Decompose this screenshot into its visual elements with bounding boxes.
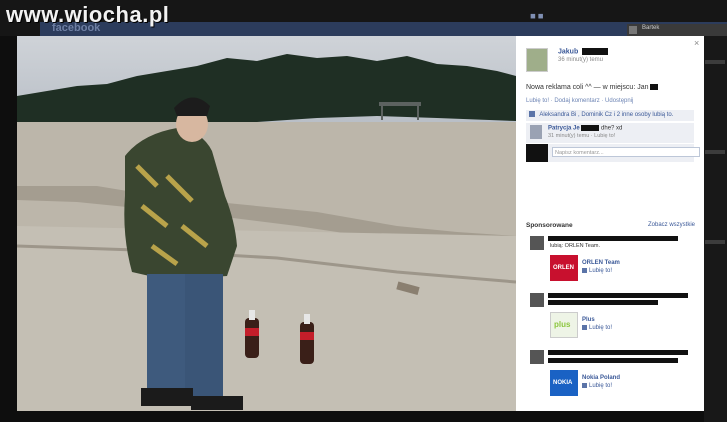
watermark: www.wiocha.pl xyxy=(6,2,170,27)
comment-item: Patrycja Je dhe? xd 31 minut(y) temu · L… xyxy=(526,123,694,143)
sidebar-placeholder xyxy=(705,60,725,64)
friend-avatar xyxy=(530,350,544,364)
friend-avatar xyxy=(530,236,544,250)
ad-social-text: lubią: ORLEN Team. xyxy=(550,243,601,249)
profile-shortcut-label: Bartek xyxy=(642,25,660,31)
see-all-link[interactable]: Zobacz wszystkie xyxy=(648,222,695,228)
likes-bar: Aleksandra Bi , Dominik Cz i 2 inne osob… xyxy=(526,110,694,121)
redaction-bar xyxy=(548,358,678,363)
redaction-bar xyxy=(548,350,688,355)
photo-details-panel: × Jakub 36 minut(y) temu Nowa reklama co… xyxy=(516,36,704,411)
redaction-bar xyxy=(650,84,659,91)
ad-title[interactable]: ORLEN Team xyxy=(582,260,620,266)
ad-like-label: Lubię to! xyxy=(589,325,613,332)
friend-avatar xyxy=(530,293,544,307)
comment-line: Patrycja Je dhe? xd xyxy=(548,125,622,132)
close-icon[interactable]: × xyxy=(694,38,699,48)
background-sidebar xyxy=(704,36,727,422)
redaction-bar xyxy=(582,48,609,55)
nokia-logo: NOKIA xyxy=(550,370,578,396)
viewer-avatar xyxy=(526,144,548,162)
ad-like-label: Lubię to! xyxy=(589,268,613,275)
redaction-bar xyxy=(548,293,688,298)
ad-like-button[interactable]: Lubię to! xyxy=(582,383,612,389)
orlen-logo: ORLEN xyxy=(550,255,578,281)
ad-like-button[interactable]: Lubię to! xyxy=(582,268,612,274)
ad-orlen[interactable]: lubią: ORLEN Team. ORLEN ORLEN Team Lubi… xyxy=(526,236,694,286)
author-name-link[interactable]: Jakub xyxy=(558,48,578,55)
post-text-row: Nowa reklama coli ^^ — w miejscu: Jan xyxy=(526,84,659,91)
profile-avatar-icon xyxy=(629,26,637,34)
comment-input[interactable]: Napisz komentarz... xyxy=(552,147,700,157)
redaction-bar xyxy=(581,125,600,131)
nokia-logo-text: NOKIA xyxy=(553,380,573,386)
post-timestamp[interactable]: 36 minut(y) temu xyxy=(558,57,603,63)
commenter-name[interactable]: Patrycja Je xyxy=(548,126,580,132)
thumbs-up-icon xyxy=(529,111,535,118)
notification-icon: ◼ ◼ xyxy=(530,13,544,20)
author-avatar[interactable] xyxy=(526,48,548,72)
comment-meta[interactable]: 31 minut(y) temu · Lubię to! xyxy=(548,133,615,139)
comment-text: dhe? xd xyxy=(601,125,623,132)
redaction-bar xyxy=(548,300,658,305)
plus-logo-text: plus xyxy=(554,320,571,329)
beach-photo xyxy=(17,36,516,411)
write-comment-box: Napisz komentarz... xyxy=(526,144,700,162)
thumbs-up-icon xyxy=(582,325,587,330)
commenter-avatar[interactable] xyxy=(530,125,542,139)
ad-title[interactable]: Nokia Poland xyxy=(582,375,620,381)
photo-viewer-image[interactable] xyxy=(17,36,516,411)
sponsored-heading: Sponsorowane xyxy=(526,222,573,229)
thumbs-up-icon xyxy=(582,268,587,273)
sidebar-placeholder xyxy=(705,150,725,154)
post-text: Nowa reklama coli ^^ — w miejscu: Jan xyxy=(526,84,649,91)
orlen-logo-text: ORLEN xyxy=(553,265,574,271)
plus-logo: plus xyxy=(550,312,578,338)
likes-text[interactable]: Aleksandra Bi , Dominik Cz i 2 inne osob… xyxy=(539,112,673,118)
ad-nokia[interactable]: NOKIA Nokia Poland Lubię to! xyxy=(526,350,694,405)
post-actions[interactable]: Lubię to! · Dodaj komentarz · Udostępnij xyxy=(526,98,633,104)
ad-plus[interactable]: plus Plus Lubię to! xyxy=(526,293,694,343)
ad-title[interactable]: Plus xyxy=(582,317,595,323)
thumbs-up-icon xyxy=(582,383,587,388)
ad-like-button[interactable]: Lubię to! xyxy=(582,325,612,331)
author-name-row: Jakub xyxy=(558,48,609,55)
redaction-bar xyxy=(548,236,678,241)
sidebar-placeholder xyxy=(705,240,725,244)
ad-like-label: Lubię to! xyxy=(589,383,613,390)
